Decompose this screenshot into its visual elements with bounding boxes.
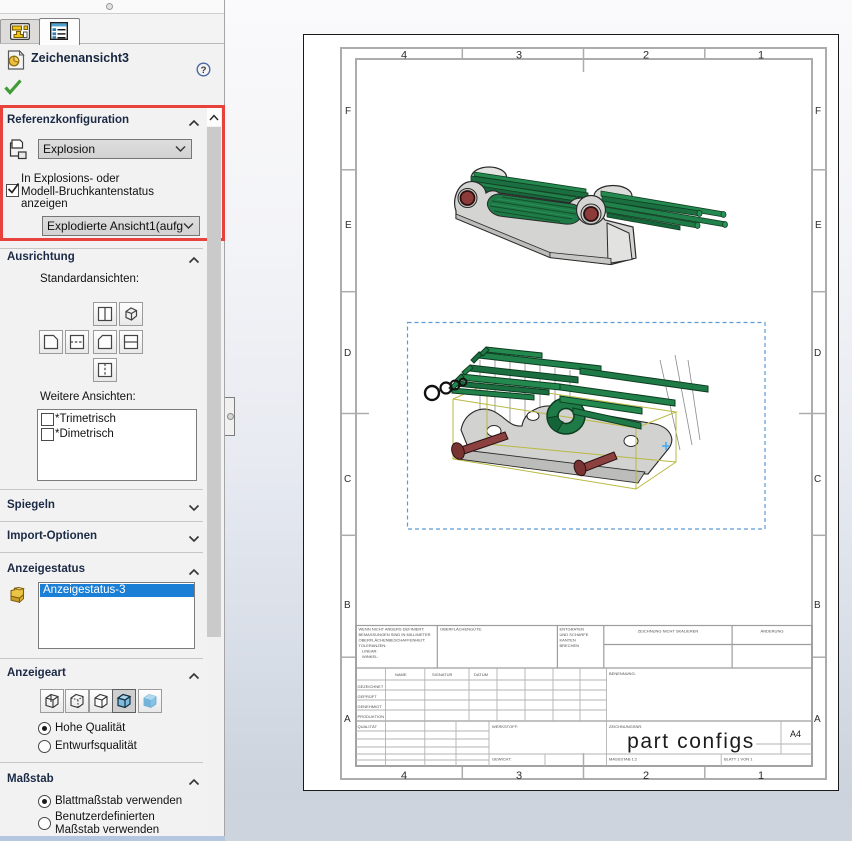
svg-text:A: A	[814, 714, 821, 725]
svg-text:NAME: NAME	[395, 672, 407, 677]
svg-text:B: B	[814, 600, 821, 611]
svg-text:D: D	[814, 348, 821, 359]
svg-text:SIGNATUR: SIGNATUR	[432, 672, 452, 677]
svg-text:A4: A4	[790, 729, 801, 739]
svg-text:UND SCHARFE: UND SCHARFE	[560, 632, 589, 637]
svg-text:ZEICHNUNGSNR.: ZEICHNUNGSNR.	[609, 724, 642, 729]
svg-text:TOLERANZEN:: TOLERANZEN:	[359, 643, 387, 648]
svg-text:BRECHEN: BRECHEN	[560, 643, 580, 648]
svg-text:2: 2	[643, 770, 649, 782]
svg-text:4: 4	[401, 50, 407, 62]
svg-text:OBERFLÄCHENGÜTE:: OBERFLÄCHENGÜTE:	[440, 627, 482, 632]
svg-text:PRODUKTION: PRODUKTION	[358, 714, 385, 719]
svg-text:DATUM: DATUM	[474, 672, 488, 677]
svg-text:GENEHMIGT: GENEHMIGT	[358, 704, 383, 709]
svg-text:F: F	[345, 106, 351, 117]
svg-text:ZEICHNUNG NICHT SKALIEREN: ZEICHNUNG NICHT SKALIEREN	[638, 629, 699, 634]
svg-text:E: E	[345, 220, 352, 231]
svg-text:?: ?	[201, 65, 207, 76]
svg-text:2: 2	[643, 50, 649, 62]
svg-text:ÄNDERUNG: ÄNDERUNG	[761, 629, 784, 634]
svg-text:GEZEICHNET: GEZEICHNET	[358, 684, 384, 689]
svg-text:WENN NICHT ANDERS DEFINIERT:: WENN NICHT ANDERS DEFINIERT:	[359, 627, 425, 632]
svg-text:C: C	[814, 474, 821, 485]
svg-text:ENTGRATEN: ENTGRATEN	[560, 627, 584, 632]
svg-text:C: C	[344, 474, 351, 485]
svg-text:D: D	[344, 348, 351, 359]
svg-text:LINEAR:: LINEAR:	[362, 649, 378, 654]
svg-text:BEMASSUNGEN SIND IN MILLIMETER: BEMASSUNGEN SIND IN MILLIMETER	[359, 632, 431, 637]
svg-text:OBERFLÄCHENBESCHAFFENHEIT:: OBERFLÄCHENBESCHAFFENHEIT:	[359, 638, 426, 643]
svg-text:3: 3	[516, 50, 522, 62]
svg-text:BLATT 1 VON 1: BLATT 1 VON 1	[724, 757, 753, 762]
svg-text:B: B	[344, 600, 351, 611]
svg-text:MASSSTAB 1:2: MASSSTAB 1:2	[609, 757, 638, 762]
svg-text:E: E	[815, 220, 822, 231]
svg-text:GEPRÜFT: GEPRÜFT	[358, 694, 378, 699]
svg-text:part configs: part configs	[627, 730, 755, 753]
svg-text:WINKEL:: WINKEL:	[362, 654, 378, 659]
svg-text:GEWICHT:: GEWICHT:	[492, 757, 512, 762]
svg-text:1: 1	[758, 50, 764, 62]
svg-text:3: 3	[516, 770, 522, 782]
svg-text:F: F	[815, 106, 821, 117]
svg-text:BENENNUNG:: BENENNUNG:	[609, 671, 636, 676]
svg-text:1: 1	[758, 770, 764, 782]
svg-text:KANTEN: KANTEN	[560, 638, 576, 643]
svg-text:QUALITÄT: QUALITÄT	[358, 724, 378, 729]
svg-text:WERKSTOFF:: WERKSTOFF:	[492, 724, 518, 729]
svg-text:4: 4	[401, 770, 407, 782]
svg-text:A: A	[344, 714, 351, 725]
